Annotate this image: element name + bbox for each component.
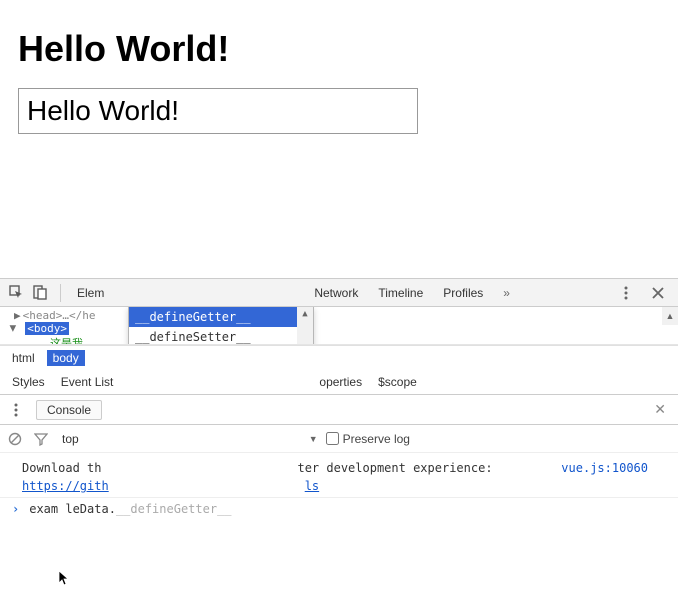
tab-timeline[interactable]: Timeline (368, 279, 433, 307)
prompt-typed: exam leData. (29, 502, 116, 516)
head-tag: <head>…</he (23, 309, 96, 322)
tabs-overflow[interactable]: » (497, 286, 516, 300)
tab-properties[interactable]: operties (311, 369, 370, 395)
ac-scrollbar[interactable]: ▲ ▼ (297, 307, 313, 345)
kebab-icon[interactable] (616, 283, 636, 303)
log-url[interactable]: https://gith (22, 479, 109, 493)
clear-console-icon[interactable] (6, 430, 24, 448)
autocomplete-popup: __defineGetter__ __defineSetter__ __look… (128, 307, 314, 345)
elements-tree[interactable]: ▶<head>…</he ▶ <body> 这是我 __defineGetter… (0, 307, 678, 345)
page-content: Hello World! (0, 0, 678, 152)
console-drawer-bar: Console ✕ (0, 395, 678, 425)
close-devtools-icon[interactable] (648, 283, 668, 303)
hello-input[interactable] (18, 88, 418, 134)
twisty-icon[interactable]: ▶ (14, 309, 21, 322)
twisty-open-icon[interactable]: ▶ (7, 325, 20, 332)
context-selector[interactable]: top (58, 432, 83, 446)
chevron-down-icon[interactable]: ▼ (309, 434, 318, 444)
console-toolbar: top ▼ Preserve log (0, 425, 678, 453)
mouse-cursor-icon (58, 570, 70, 586)
cjk-text: 这是我 (50, 337, 83, 345)
drawer-kebab-icon[interactable] (6, 400, 26, 420)
tab-profiles[interactable]: Profiles (433, 279, 493, 307)
tab-network[interactable]: Network (304, 279, 368, 307)
tab-styles[interactable]: Styles (4, 369, 53, 395)
log-url[interactable]: ls (305, 479, 319, 493)
console-tab-button[interactable]: Console (36, 400, 102, 420)
crumb-body[interactable]: body (47, 350, 85, 366)
devtools-tabs: Elem Network Timeline Profiles » (67, 279, 516, 307)
close-drawer-icon[interactable]: ✕ (648, 401, 672, 418)
console-output: Download th ter development experience: v… (0, 453, 678, 497)
breadcrumb: html body (0, 345, 678, 369)
filter-icon[interactable] (32, 430, 50, 448)
log-text: Download th (22, 461, 101, 475)
inspect-icon[interactable] (6, 283, 26, 303)
separator (60, 284, 61, 302)
page-heading: Hello World! (18, 28, 660, 70)
devtools-toolbar: Elem Network Timeline Profiles » (0, 279, 678, 307)
tab-scope[interactable]: $scope (370, 369, 425, 395)
prompt-ghost: __defineGetter__ (116, 502, 232, 516)
styles-tabs: Styles Event List operties $scope (0, 369, 678, 395)
prompt-caret-icon: › (12, 502, 19, 516)
crumb-html[interactable]: html (6, 350, 41, 366)
scroll-up-icon[interactable]: ▲ (302, 309, 307, 319)
device-toggle-icon[interactable] (30, 283, 50, 303)
preserve-log-checkbox[interactable] (326, 432, 339, 445)
tab-elements[interactable]: Elem (67, 279, 114, 307)
body-tag-selected[interactable]: <body> (25, 322, 69, 335)
devtools-panel: Elem Network Timeline Profiles » ▲ ▶<hea… (0, 278, 678, 596)
preserve-log[interactable]: Preserve log (326, 432, 410, 446)
ac-item[interactable]: __defineSetter__ (129, 327, 313, 345)
ac-item-selected[interactable]: __defineGetter__ (129, 307, 313, 327)
tab-event-listeners[interactable]: Event List (53, 369, 122, 395)
preserve-log-label: Preserve log (343, 432, 410, 446)
log-source-link[interactable]: vue.js:10060 (561, 459, 648, 477)
log-text: ter development experience: (297, 461, 492, 475)
context-label: top (62, 432, 79, 446)
console-prompt[interactable]: › exam leData.__defineGetter__ (0, 497, 678, 520)
